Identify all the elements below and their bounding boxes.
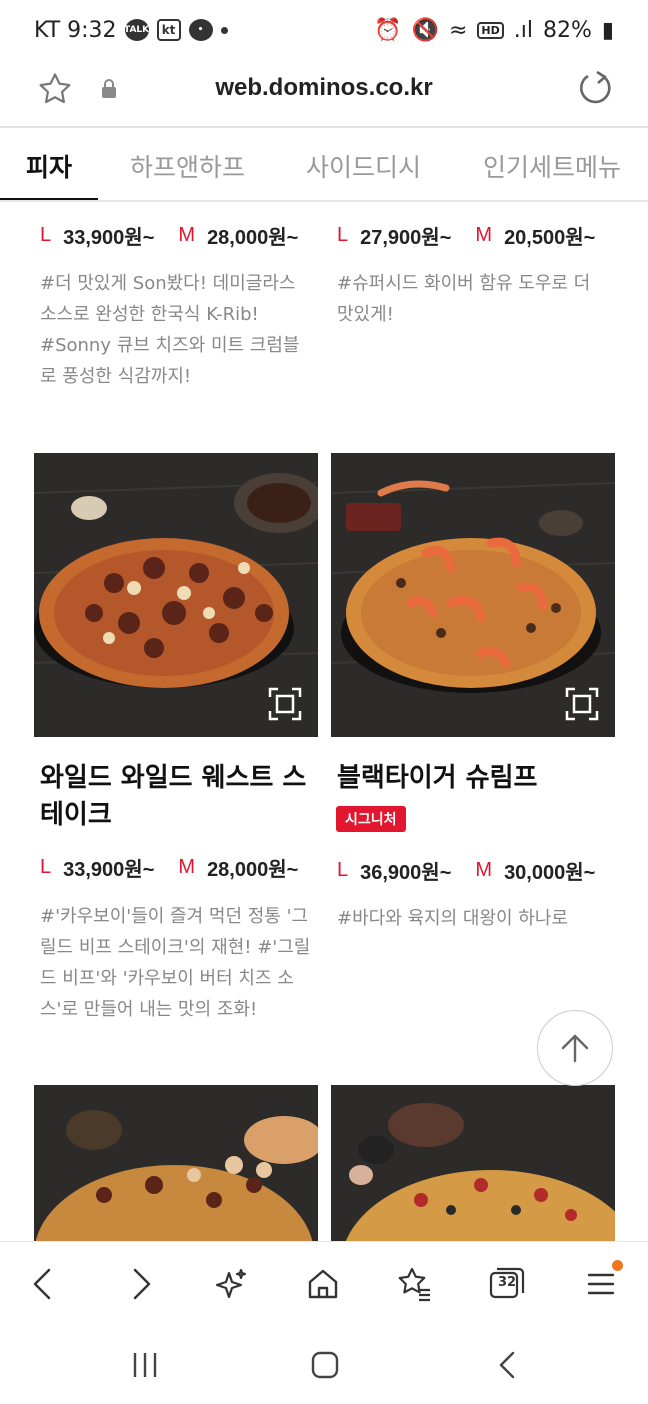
status-bar: KT 9:32 TALK kt • ⏰ 🔇 ≈ HD .ıl 82% ▮ bbox=[0, 0, 648, 60]
size-m-label: M bbox=[475, 224, 493, 246]
bookmark-list-icon bbox=[398, 1267, 430, 1302]
size-l-label: L bbox=[337, 859, 349, 881]
address-bar: web.dominos.co.kr bbox=[0, 60, 648, 128]
price-l: 33,900원~ bbox=[63, 227, 155, 249]
signal-icon: .ıl bbox=[513, 17, 533, 43]
battery-icon: ▮ bbox=[601, 17, 614, 43]
wifi-icon: ≈ bbox=[448, 17, 468, 43]
pizza-image[interactable] bbox=[34, 1085, 318, 1241]
expand-icon[interactable] bbox=[268, 687, 302, 721]
home-icon bbox=[308, 1269, 338, 1299]
ai-assistant-button[interactable] bbox=[211, 1264, 251, 1304]
notification-dot bbox=[612, 1260, 623, 1271]
menu-button[interactable] bbox=[581, 1260, 623, 1304]
kt-icon: kt bbox=[156, 19, 181, 41]
price-m: 30,000원~ bbox=[504, 862, 596, 884]
price-l: 33,900원~ bbox=[63, 859, 155, 881]
pizza-photo bbox=[331, 1085, 615, 1241]
chevron-right-icon bbox=[133, 1268, 151, 1300]
more-notifications-icon bbox=[220, 26, 228, 34]
back-chevron-icon bbox=[499, 1351, 515, 1379]
size-l-label: L bbox=[40, 856, 52, 878]
expand-icon[interactable] bbox=[565, 687, 599, 721]
sparkle-icon bbox=[215, 1268, 247, 1299]
size-m-label: M bbox=[178, 224, 196, 246]
menu-name[interactable]: 와일드 와일드 웨스트 스테이크 bbox=[40, 760, 320, 834]
price-m: 28,000원~ bbox=[207, 859, 299, 881]
size-l-label: L bbox=[40, 224, 52, 246]
pizza-photo bbox=[34, 1085, 318, 1241]
system-back-button[interactable] bbox=[488, 1345, 528, 1385]
carrier-time: KT 9:32 bbox=[34, 17, 117, 43]
browser-toolbar: 32 bbox=[0, 1241, 648, 1325]
category-tabs: 피자 하프앤하프 사이드디시 인기세트메뉴 bbox=[0, 128, 648, 202]
scroll-to-top-button[interactable] bbox=[537, 1010, 613, 1086]
price-row: L 33,900원~ M 28,000원~ bbox=[40, 221, 298, 250]
size-m-label: M bbox=[178, 856, 196, 878]
url-text[interactable]: web.dominos.co.kr bbox=[0, 74, 648, 102]
recents-icon bbox=[133, 1353, 157, 1377]
hamburger-menu-icon bbox=[587, 1273, 615, 1295]
chevron-left-icon bbox=[33, 1268, 51, 1300]
system-navigation-bar bbox=[0, 1325, 648, 1404]
bookmarks-button[interactable] bbox=[395, 1264, 435, 1304]
home-button[interactable] bbox=[303, 1264, 343, 1304]
chat-icon: • bbox=[188, 19, 213, 41]
price-l: 27,900원~ bbox=[360, 227, 452, 249]
signature-badge: 시그니처 bbox=[336, 806, 406, 832]
size-m-label: M bbox=[475, 859, 493, 881]
reload-icon[interactable] bbox=[574, 68, 614, 108]
price-row: L 36,900원~ M 30,000원~ bbox=[337, 856, 595, 885]
forward-button[interactable] bbox=[120, 1264, 160, 1304]
back-button[interactable] bbox=[24, 1264, 64, 1304]
pizza-image-black-tiger-shrimp[interactable] bbox=[331, 453, 615, 737]
system-home-button[interactable] bbox=[305, 1345, 345, 1385]
mute-icon: 🔇 bbox=[411, 17, 439, 43]
tab-popular-sets[interactable]: 인기세트메뉴 bbox=[483, 128, 621, 200]
battery-level: 82% bbox=[542, 17, 592, 43]
home-square-icon bbox=[311, 1351, 339, 1379]
menu-list: L 33,900원~ M 28,000원~ #더 맛있게 Son봤다! 데미글라… bbox=[0, 203, 648, 1241]
hd-icon: HD bbox=[477, 21, 504, 39]
size-l-label: L bbox=[337, 224, 349, 246]
tabs-button[interactable]: 32 bbox=[487, 1264, 527, 1304]
pizza-image-wild-west-steak[interactable] bbox=[34, 453, 318, 737]
menu-name[interactable]: 블랙타이거 슈림프 bbox=[337, 760, 617, 797]
tab-count: 32 bbox=[497, 1275, 517, 1290]
menu-description: #'카우보이'들이 즐겨 먹던 정통 '그릴드 비프 스테이크'의 재현! #'… bbox=[40, 906, 311, 1020]
menu-description: #슈퍼시드 화이버 함유 도우로 더 맛있게! bbox=[337, 273, 591, 325]
recent-apps-button[interactable] bbox=[125, 1345, 165, 1385]
talk-icon: TALK bbox=[124, 19, 149, 41]
price-m: 20,500원~ bbox=[504, 227, 596, 249]
arrow-up-icon bbox=[561, 1034, 589, 1063]
price-l: 36,900원~ bbox=[360, 862, 452, 884]
pizza-image[interactable] bbox=[331, 1085, 615, 1241]
price-row: L 33,900원~ M 28,000원~ bbox=[40, 853, 298, 882]
tab-half-and-half[interactable]: 하프앤하프 bbox=[130, 128, 245, 200]
price-row: L 27,900원~ M 20,500원~ bbox=[337, 221, 595, 250]
tab-pizza[interactable]: 피자 bbox=[0, 128, 98, 200]
menu-description: #더 맛있게 Son봤다! 데미글라스 소스로 완성한 한국식 K-Rib! #… bbox=[40, 273, 300, 387]
menu-description: #바다와 육지의 대왕이 하나로 bbox=[337, 908, 568, 929]
price-m: 28,000원~ bbox=[207, 227, 299, 249]
alarm-icon: ⏰ bbox=[374, 17, 402, 43]
tab-side-dish[interactable]: 사이드디시 bbox=[306, 128, 421, 200]
